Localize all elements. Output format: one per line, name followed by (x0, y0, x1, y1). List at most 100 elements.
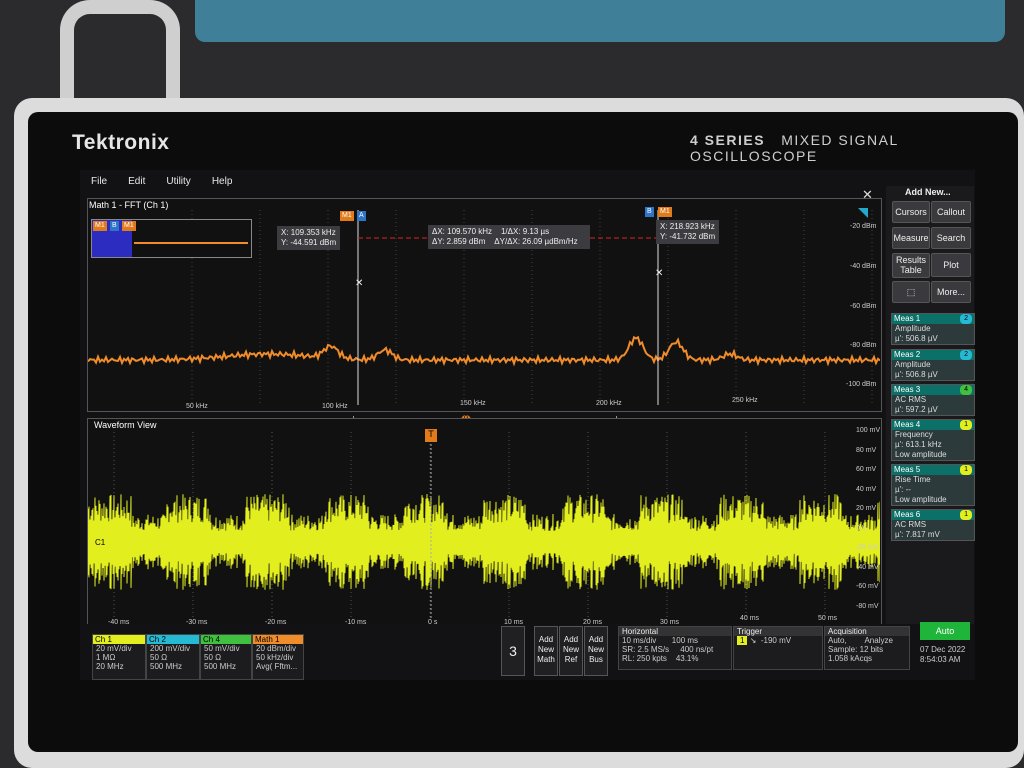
fft-y-tick: -60 dBm (850, 303, 877, 310)
horizontal-badge[interactable]: Horizontal 10 ms/div 100 ms SR: 2.5 MS/s… (618, 626, 732, 670)
fft-x-tick: 50 kHz (186, 403, 208, 410)
menu-edit[interactable]: Edit (128, 176, 145, 187)
add-new-ref-button[interactable]: Add New Ref (559, 626, 583, 676)
cursors-button[interactable]: Cursors (892, 201, 930, 223)
measurement-extra: Low amplitude (895, 495, 947, 504)
math1-hscale: 50 kHz/div (256, 653, 294, 662)
waveform-count-button[interactable]: 3 (501, 626, 525, 676)
measurement-heading: Meas 6 1 (892, 510, 974, 520)
auto-button[interactable]: Auto (920, 622, 970, 640)
measurement-badge[interactable]: Meas 3 4 AC RMS µ': 597.2 µV (891, 384, 975, 416)
ch2-label: Ch 2 (147, 635, 199, 644)
measurement-badge[interactable]: Meas 4 1 Frequency µ': 613.1 kHz Low amplitu… (891, 419, 975, 461)
more-button[interactable]: More... (931, 281, 971, 303)
results-table-button[interactable]: Results Table (892, 253, 930, 278)
measurement-heading: Meas 4 1 (892, 420, 974, 430)
fft-trace (88, 335, 880, 367)
ch4-label: Ch 4 (201, 635, 251, 644)
sample-rate: SR: 2.5 MS/s (622, 645, 670, 654)
fft-x-tick: 150 kHz (460, 400, 486, 407)
plot-button[interactable]: Plot (931, 253, 971, 277)
fft-y-tick: -80 dBm (850, 342, 877, 349)
menu-help[interactable]: Help (212, 176, 233, 187)
wave-y-tick: -40 mV (856, 563, 879, 571)
acquisition-sample: Sample: 12 bits (828, 645, 884, 654)
ch1-impedance: 1 MΩ (96, 653, 116, 662)
delta-readout: ΔX: 109.570 kHz 1/ΔX: 9.13 µs ΔY: 2.859 … (428, 225, 590, 249)
waveform-title: Waveform View (94, 420, 157, 430)
cursor-b-m1-tag: M1 (658, 207, 672, 217)
measurement-title: Meas 1 (894, 314, 921, 323)
fft-y-tick: -40 dBm (850, 263, 877, 270)
ch4-badge[interactable]: Ch 4 50 mV/div 50 Ω 500 MHz (200, 634, 252, 680)
measurement-heading: Meas 1 2 (892, 314, 974, 324)
measurement-name: Frequency (895, 430, 933, 439)
cursor-a-x: X: 109.353 kHz (281, 228, 336, 237)
overview-m1-tag-2: M1 (122, 221, 136, 231)
measurement-badge[interactable]: Meas 5 1 Rise Time µ': -- Low amplitude (891, 464, 975, 506)
measure-button[interactable]: Measure (892, 227, 930, 249)
acquisition-mode: Auto, (828, 636, 847, 645)
measurement-title: Meas 6 (894, 510, 921, 519)
zoom-box-icon[interactable]: ⬚ (892, 281, 930, 303)
ch4-impedance: 50 Ω (204, 653, 222, 662)
measurement-title: Meas 5 (894, 465, 921, 474)
cursor-a-y: Y: -44.591 dBm (281, 238, 337, 247)
ch1-badge[interactable]: Ch 1 20 mV/div 1 MΩ 20 MHz (92, 634, 146, 680)
add-new-math-button[interactable]: Add New Math (534, 626, 558, 676)
wave-x-tick: 40 ms (740, 615, 760, 622)
measurement-source-badge: 1 (960, 465, 972, 475)
ch2-bandwidth: 500 MHz (150, 662, 183, 671)
acquisition-count: 1.058 kAcqs (828, 654, 873, 663)
ch1-label: Ch 1 (93, 635, 145, 644)
waveform-plot[interactable] (88, 432, 880, 620)
measurement-badge[interactable]: Meas 6 1 AC RMS µ': 7.817 mV (891, 509, 975, 541)
cursor-b-x: X: 218.923 kHz (660, 222, 715, 231)
ch2-scale: 200 mV/div (150, 644, 191, 653)
measurement-title: Meas 4 (894, 420, 921, 429)
measurement-value: µ': 597.2 µV (895, 405, 938, 414)
trigger-badge[interactable]: Trigger 1 ↘ -190 mV (733, 626, 823, 670)
trigger-marker[interactable]: T (425, 429, 437, 442)
acquisition-badge[interactable]: Acquisition Auto, Analyze Sample: 12 bit… (824, 626, 910, 670)
cursor-b-readout: X: 218.923 kHz Y: -41.732 dBm (656, 220, 720, 244)
measurement-value: µ': 506.8 µV (895, 370, 938, 379)
cursor-a-readout: X: 109.353 kHz Y: -44.591 dBm (277, 226, 341, 250)
ch4-scale: 50 mV/div (204, 644, 240, 653)
cable-loop (60, 0, 180, 100)
ch1-bandwidth: 20 MHz (96, 662, 124, 671)
add-new-heading: Add New... (905, 187, 951, 197)
series-number: 4 SERIES (690, 132, 766, 148)
measurement-name: AC RMS (895, 395, 927, 404)
menu-file[interactable]: File (91, 176, 107, 187)
menu-utility[interactable]: Utility (166, 176, 190, 187)
math1-badge[interactable]: Math 1 20 dBm/div 50 kHz/div Avg( Fftm..… (252, 634, 304, 680)
search-button[interactable]: Search (931, 227, 971, 249)
ch1-marker[interactable]: C1 (93, 538, 113, 549)
brand-logo: Tektronix (72, 131, 170, 154)
measurement-badge[interactable]: Meas 1 2 Amplitude µ': 506.8 µV (891, 313, 975, 345)
measurement-title: Meas 3 (894, 385, 921, 394)
math1-expression: Avg( Fftm... (256, 662, 298, 671)
horizontal-scale: 10 ms/div (622, 636, 657, 645)
add-new-bus-button[interactable]: Add New Bus (584, 626, 608, 676)
measurement-extra: Low amplitude (895, 450, 947, 459)
fft-zoom-corner-icon[interactable] (858, 208, 868, 218)
fft-x-tick: 100 kHz (322, 403, 348, 410)
measurement-badge[interactable]: Meas 2 2 Amplitude µ': 506.8 µV (891, 349, 975, 381)
ch2-badge[interactable]: Ch 2 200 mV/div 50 Ω 500 MHz (146, 634, 200, 680)
waveform-trace (88, 494, 880, 590)
callout-button[interactable]: Callout (931, 201, 971, 223)
measurement-value: µ': 506.8 µV (895, 334, 938, 343)
wave-y-tick: 20 mV (856, 505, 877, 512)
acquisition-heading: Acquisition (825, 627, 909, 636)
fft-overview[interactable]: M1 B M1 (91, 219, 252, 258)
cursor-b-tag[interactable]: B (645, 207, 654, 217)
wave-x-tick: 50 ms (818, 615, 838, 622)
time-per-point: 400 ns/pt (680, 645, 714, 654)
math1-label: Math 1 (253, 635, 303, 644)
measurement-source-badge: 2 (960, 350, 972, 360)
cursor-a-tag[interactable]: A (357, 211, 366, 221)
menu-bar: File Edit Utility Help (80, 176, 880, 194)
fft-title: Math 1 - FFT (Ch 1) (89, 200, 169, 210)
